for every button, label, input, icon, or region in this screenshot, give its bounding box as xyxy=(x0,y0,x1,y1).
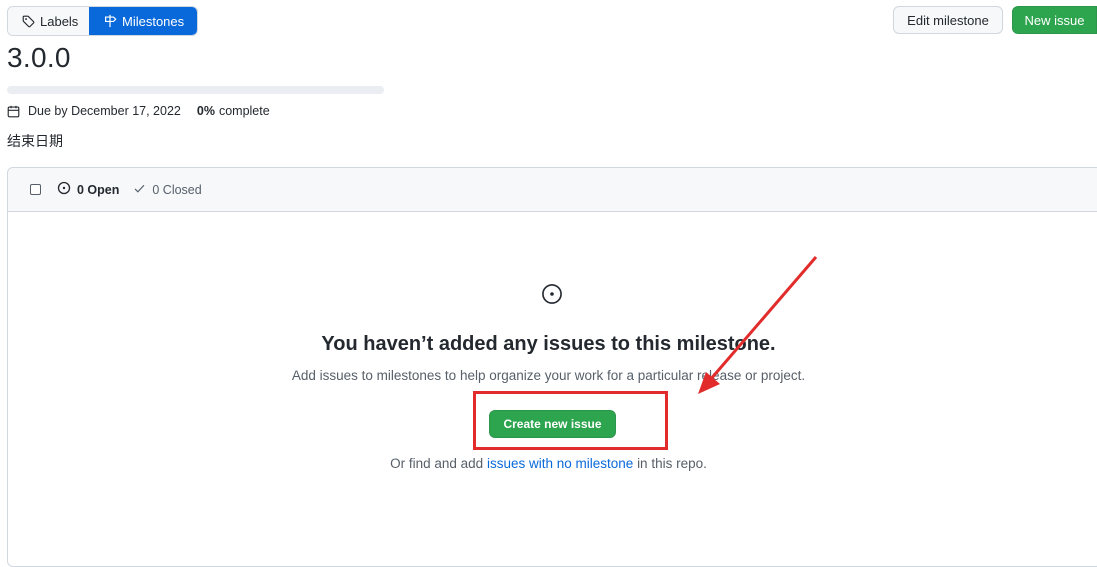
milestone-description: 结束日期 xyxy=(7,133,63,149)
issue-opened-icon xyxy=(541,283,563,308)
closed-issues-filter[interactable]: 0 Closed xyxy=(133,182,202,198)
tab-labels-text: Labels xyxy=(40,13,79,29)
find-issues-text: Or find and add issues with no milestone… xyxy=(0,456,1097,471)
tab-milestones[interactable]: Milestones xyxy=(89,7,197,35)
edit-milestone-button[interactable]: Edit milestone xyxy=(893,6,1003,34)
check-icon xyxy=(133,182,146,198)
select-all-checkbox[interactable] xyxy=(30,184,41,195)
find-prefix: Or find and add xyxy=(390,456,484,471)
calendar-icon xyxy=(7,105,20,118)
find-suffix: in this repo. xyxy=(637,456,707,471)
percent-complete-label: complete xyxy=(218,104,270,118)
milestone-title: 3.0.0 xyxy=(7,42,71,73)
tab-labels[interactable]: Labels xyxy=(8,7,89,35)
issues-box-header: 0 Open 0 Closed xyxy=(8,168,1097,212)
blankslate-subtitle: Add issues to milestones to help organiz… xyxy=(291,368,806,383)
issue-opened-icon xyxy=(57,181,71,198)
milestone-meta: Due by December 17, 2022 0% complete xyxy=(7,104,270,118)
open-issues-filter[interactable]: 0 Open xyxy=(57,181,119,198)
tag-icon xyxy=(22,15,35,28)
tab-milestones-text: Milestones xyxy=(122,13,185,29)
issues-box: 0 Open 0 Closed xyxy=(7,167,1097,567)
issues-with-no-milestone-link[interactable]: issues with no milestone xyxy=(487,456,633,471)
milestone-progress-bar xyxy=(7,86,384,94)
open-issues-label: 0 Open xyxy=(77,182,120,197)
labels-milestones-tabs: Labels Milestones xyxy=(7,6,198,36)
blankslate-title: You haven’t added any issues to this mil… xyxy=(321,333,776,355)
percent-complete: 0% xyxy=(196,104,215,118)
annotation-highlight-box xyxy=(473,391,668,450)
due-date: Due by December 17, 2022 xyxy=(28,104,181,118)
new-issue-button[interactable]: New issue xyxy=(1012,6,1097,34)
milestone-icon xyxy=(103,14,117,28)
closed-issues-label: 0 Closed xyxy=(152,182,202,197)
